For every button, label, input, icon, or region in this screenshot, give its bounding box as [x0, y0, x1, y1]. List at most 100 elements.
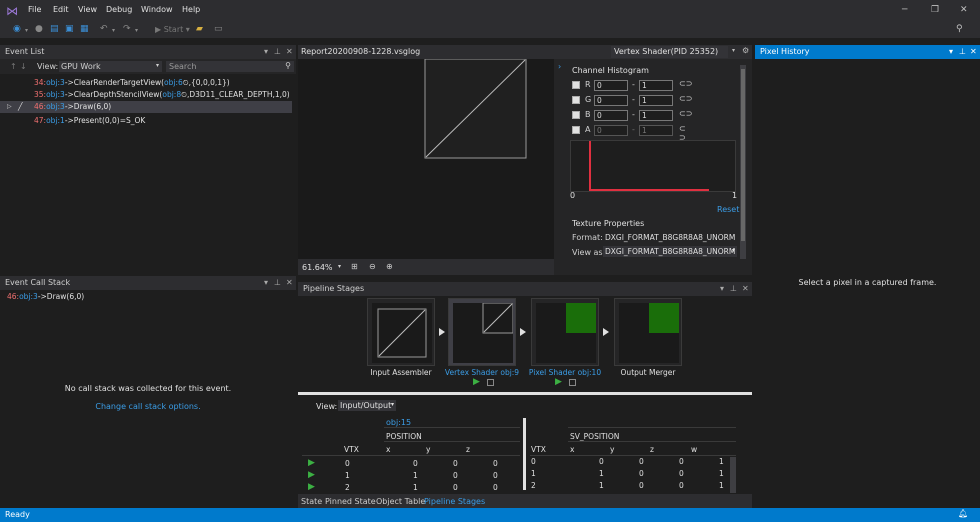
minimize-icon[interactable]: ─: [902, 5, 907, 15]
link-icon[interactable]: ⊂⊃: [679, 79, 692, 88]
start-button[interactable]: ▶ Start ▾: [155, 25, 190, 34]
redo-icon[interactable]: ↷: [123, 24, 131, 34]
list-item[interactable]: ▷ ╱ 46:obj:3->Draw(6,0): [0, 101, 292, 113]
table-row[interactable]: 1 1 0 0 1: [530, 469, 730, 480]
view-as-select[interactable]: DXGI_FORMAT_B8G8R8A8_UNORM ▾: [603, 246, 737, 257]
table-row[interactable]: 2 1 0 0 1: [530, 481, 730, 492]
maximize-icon[interactable]: ❐: [931, 5, 939, 15]
undo-icon[interactable]: ↶: [100, 24, 108, 34]
dropdown-icon[interactable]: ▾: [264, 47, 268, 56]
new-item-icon[interactable]: ▤: [50, 24, 59, 34]
undo-dropdown-icon[interactable]: ▾: [112, 27, 115, 34]
search-input[interactable]: Search ⚲: [166, 61, 294, 72]
table-row[interactable]: ▶ 0 0 0 0: [302, 458, 520, 470]
pin-icon[interactable]: ⊥: [959, 47, 966, 56]
entry-obj-link[interactable]: obj:3: [19, 292, 38, 301]
play-icon[interactable]: ▶: [308, 470, 315, 480]
back-dropdown-icon[interactable]: ▾: [25, 27, 28, 34]
tab-state[interactable]: State: [301, 497, 322, 506]
splitter[interactable]: [298, 392, 752, 395]
channel-g-max-input[interactable]: 1: [639, 95, 673, 106]
dropdown-icon[interactable]: ▾: [720, 284, 724, 293]
input-obj-link[interactable]: obj:15: [386, 418, 411, 427]
channel-r-max-input[interactable]: 1: [639, 80, 673, 91]
play-icon[interactable]: ▶: [308, 458, 315, 468]
view-select[interactable]: GPU Work ▾: [59, 61, 162, 72]
channel-a-min-input[interactable]: 0: [594, 125, 628, 136]
stage-label[interactable]: Pixel Shader obj:10: [520, 368, 610, 377]
render-target-canvas[interactable]: [298, 59, 554, 259]
expand-chevron-icon[interactable]: ›: [558, 62, 561, 71]
tab-object-table[interactable]: Object Table: [376, 497, 425, 506]
channel-b-max-input[interactable]: 1: [639, 110, 673, 121]
link-icon[interactable]: ⊂⊃: [679, 94, 692, 103]
table-row[interactable]: ▶ 1 1 0 0: [302, 470, 520, 482]
list-item[interactable]: 47:obj:1->Present(0,0)=S_OK: [0, 115, 292, 127]
event-obj-link[interactable]: obj:3: [46, 90, 65, 99]
play-icon[interactable]: ▶: [308, 482, 315, 492]
close-icon[interactable]: ✕: [960, 5, 968, 15]
table-row[interactable]: ▶ 2 1 0 0: [302, 482, 520, 494]
folder-icon[interactable]: ▰: [196, 24, 203, 34]
scrollbar-thumb[interactable]: [741, 69, 745, 241]
close-icon[interactable]: ✕: [742, 284, 749, 293]
forward-icon[interactable]: ●: [35, 24, 43, 34]
event-obj-link[interactable]: obj:3: [46, 102, 65, 111]
tab-vsglog[interactable]: Report20200908-1228.vsglog: [301, 47, 420, 56]
play-icon[interactable]: ▶: [555, 377, 562, 387]
expand-icon[interactable]: ▷: [7, 101, 12, 113]
io-view-select[interactable]: Input/Output ▾: [338, 400, 396, 411]
channel-b-min-input[interactable]: 0: [594, 110, 628, 121]
table-splitter[interactable]: [523, 418, 526, 490]
stop-icon[interactable]: [487, 379, 494, 386]
zoom-out-icon[interactable]: ⊖: [369, 262, 376, 271]
stage-output-merger[interactable]: [614, 298, 682, 366]
channel-g-checkbox[interactable]: [572, 96, 580, 104]
channel-a-checkbox[interactable]: [572, 126, 580, 134]
zoom-value[interactable]: 61.64%: [302, 263, 333, 272]
zoom-in-icon[interactable]: ⊕: [386, 262, 393, 271]
close-icon[interactable]: ✕: [286, 278, 293, 287]
pin-icon[interactable]: ⊥: [274, 47, 281, 56]
tab-pipeline-stages[interactable]: Pipeline Stages: [424, 497, 485, 506]
close-icon[interactable]: ✕: [970, 47, 977, 56]
dropdown-icon[interactable]: ▾: [949, 47, 953, 56]
menu-file[interactable]: File: [28, 5, 41, 14]
event-obj-link[interactable]: obj:1: [46, 116, 65, 125]
event-arg-obj-link[interactable]: obj:6: [164, 78, 183, 87]
back-icon[interactable]: ◉: [13, 24, 21, 34]
save-all-icon[interactable]: ▦: [80, 24, 89, 34]
close-icon[interactable]: ✕: [286, 47, 293, 56]
reset-link[interactable]: Reset: [717, 205, 739, 214]
menu-window[interactable]: Window: [141, 5, 173, 14]
list-item[interactable]: 35:obj:3->ClearDepthStencilView(obj:8⏲,D…: [0, 89, 292, 101]
menu-debug[interactable]: Debug: [106, 5, 132, 14]
event-arg-obj-link[interactable]: obj:8: [162, 90, 181, 99]
redo-dropdown-icon[interactable]: ▾: [135, 27, 138, 34]
table-row[interactable]: 0 0 0 0 1: [530, 457, 730, 468]
event-obj-link[interactable]: obj:3: [46, 78, 65, 87]
stage-pixel-shader[interactable]: [531, 298, 599, 366]
open-icon[interactable]: ▣: [65, 24, 74, 34]
chevron-down-icon[interactable]: ▾: [338, 263, 341, 270]
arrow-down-icon[interactable]: ↓: [20, 62, 27, 71]
list-item[interactable]: 34:obj:3->ClearRenderTargetView(obj:6⏲,{…: [0, 77, 292, 89]
menu-edit[interactable]: Edit: [53, 5, 69, 14]
tab-pinned-state[interactable]: Pinned State: [325, 497, 376, 506]
fit-icon[interactable]: ⊞: [351, 262, 358, 271]
menu-view[interactable]: View: [78, 5, 97, 14]
channel-b-checkbox[interactable]: [572, 111, 580, 119]
layout-icon[interactable]: ▭: [214, 24, 223, 34]
play-icon[interactable]: ▶: [473, 377, 480, 387]
feedback-icon[interactable]: ⚲: [956, 24, 963, 34]
call-stack-entry[interactable]: 46:obj:3->Draw(6,0): [7, 292, 84, 301]
chevron-down-icon[interactable]: ▾: [732, 47, 735, 54]
table-scrollbar[interactable]: [730, 457, 736, 493]
pin-icon[interactable]: ⊥: [730, 284, 737, 293]
stage-vertex-shader[interactable]: [448, 298, 516, 366]
dropdown-icon[interactable]: ▾: [264, 278, 268, 287]
pin-icon[interactable]: ⊥: [274, 278, 281, 287]
stop-icon[interactable]: [569, 379, 576, 386]
gear-icon[interactable]: ⚙: [742, 46, 749, 55]
stage-input-assembler[interactable]: [367, 298, 435, 366]
